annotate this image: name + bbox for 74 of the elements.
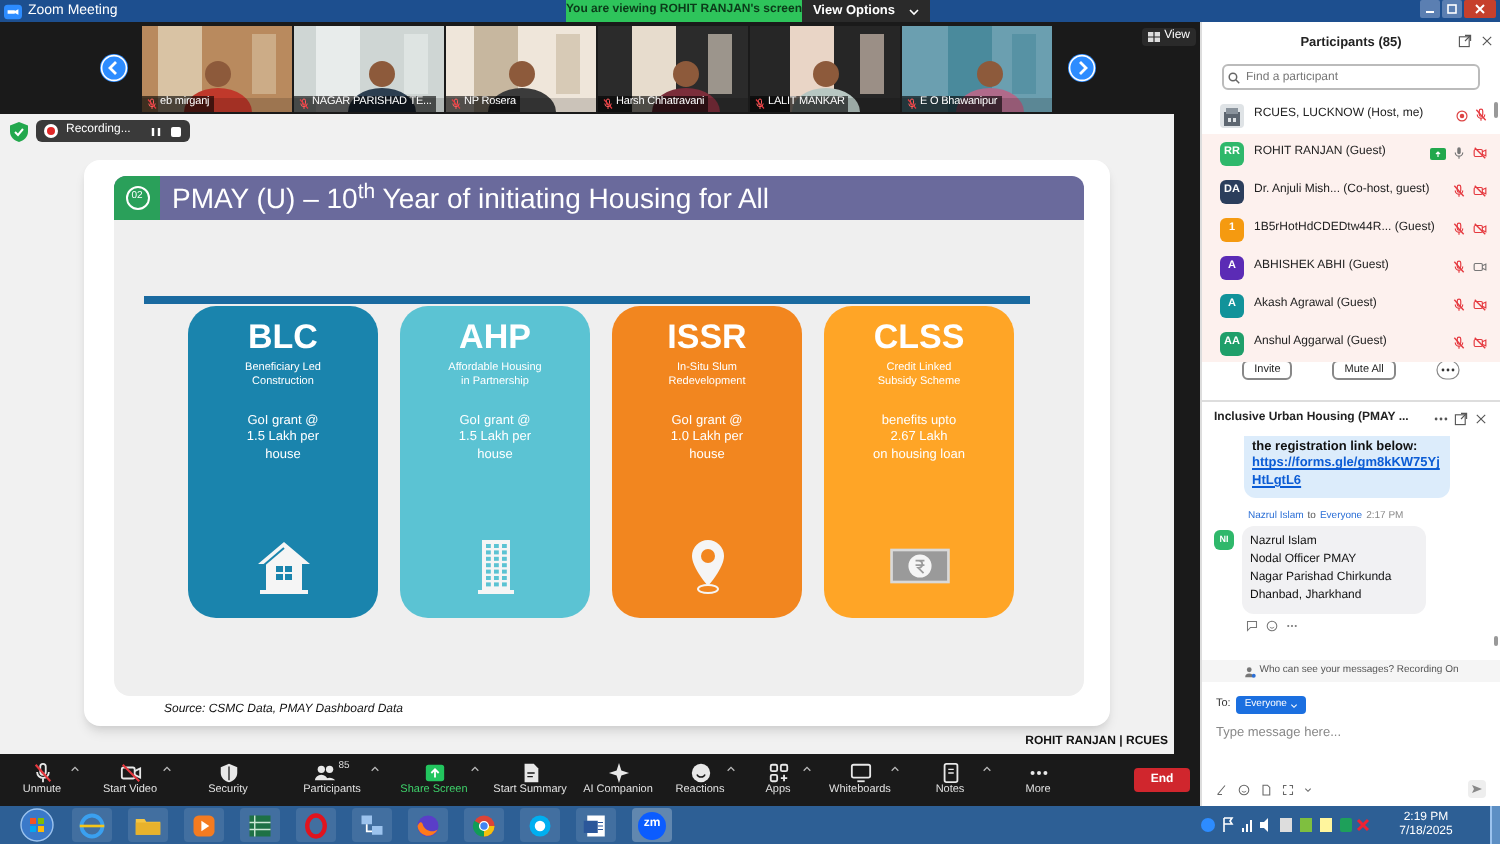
video-off-icon [119,762,141,785]
chevron-down-icon [907,5,920,17]
person-icon [1243,665,1256,677]
close-icon[interactable] [1464,0,1496,18]
taskbar-app[interactable] [128,808,168,842]
scheme-code: AHP [459,320,531,354]
pop-out-icon[interactable] [1458,34,1472,48]
record-icon [44,124,58,138]
pause-icon[interactable] [150,125,162,137]
search-icon [1228,71,1240,83]
scheme-code: CLSS [873,320,965,354]
notes-icon [939,762,961,785]
caret-icon[interactable] [162,764,172,774]
spreadsheet-icon [246,811,274,839]
screenshot-icon[interactable] [1282,783,1294,795]
taskbar-app[interactable] [184,808,224,842]
caret-icon[interactable] [370,764,380,774]
shield-icon [217,762,239,785]
taskbar-app[interactable] [576,808,616,842]
caret-icon[interactable] [982,764,992,774]
previous-page-button[interactable] [100,54,128,82]
maximize-icon[interactable] [1442,0,1462,18]
grid-icon [1148,32,1161,42]
more-icon[interactable] [1435,360,1460,380]
fox-globe-icon [414,811,442,839]
play-icon [190,811,218,839]
close-icon[interactable] [1480,34,1494,48]
scheme-code: BLC [248,320,318,354]
taskbar-app[interactable] [520,808,560,842]
taskbar-app[interactable] [240,808,280,842]
chevron-down-icon[interactable] [1304,785,1312,793]
pop-out-icon[interactable] [1454,412,1468,426]
cloud-icon [526,811,554,839]
taskbar-app[interactable] [352,808,392,842]
caret-icon[interactable] [726,764,736,774]
stop-icon[interactable] [170,125,182,137]
caret-icon[interactable] [470,764,480,774]
scrollbar-thumb[interactable] [1494,636,1498,646]
caret-icon[interactable] [890,764,900,774]
taskbar-app[interactable] [464,808,504,842]
smiley-icon [689,762,711,785]
document-icon [582,811,610,839]
whiteboard-icon [849,762,871,785]
reply-icon[interactable] [1246,620,1258,633]
tray-icons-drawing[interactable] [1200,816,1370,834]
start-button[interactable] [18,808,56,842]
chevron-down-icon [1290,701,1299,709]
share-screen-icon [423,762,445,785]
wheel-icon [470,811,498,839]
next-page-button[interactable] [1068,54,1096,82]
document-icon [519,762,541,785]
zoom-logo-icon [4,3,22,19]
more-icon[interactable] [1434,416,1448,422]
caret-icon[interactable] [70,764,80,774]
muted-mic-icon [31,762,53,785]
apps-icon [767,762,789,785]
smiley-icon[interactable] [1266,620,1278,633]
slide-title: PMAY (U) – 10$^{th}$ Year of initiating Housing for All [172,184,770,212]
caret-icon[interactable] [802,764,812,774]
ring-icon [302,811,330,839]
file-icon[interactable] [1260,783,1272,795]
taskbar-app[interactable] [72,808,112,842]
close-icon[interactable] [1474,412,1488,426]
globe-icon [78,811,106,839]
scrollbar-thumb[interactable] [1494,102,1498,118]
network-icon [358,811,386,839]
sparkle-icon [607,762,629,785]
people-icon [314,762,337,785]
smiley-icon[interactable] [1238,783,1250,795]
shield-icon [10,122,28,142]
send-icon[interactable] [1468,780,1486,798]
scheme-code: ISSR [667,320,747,354]
format-icon[interactable] [1216,783,1228,795]
minimize-icon[interactable] [1420,0,1440,18]
